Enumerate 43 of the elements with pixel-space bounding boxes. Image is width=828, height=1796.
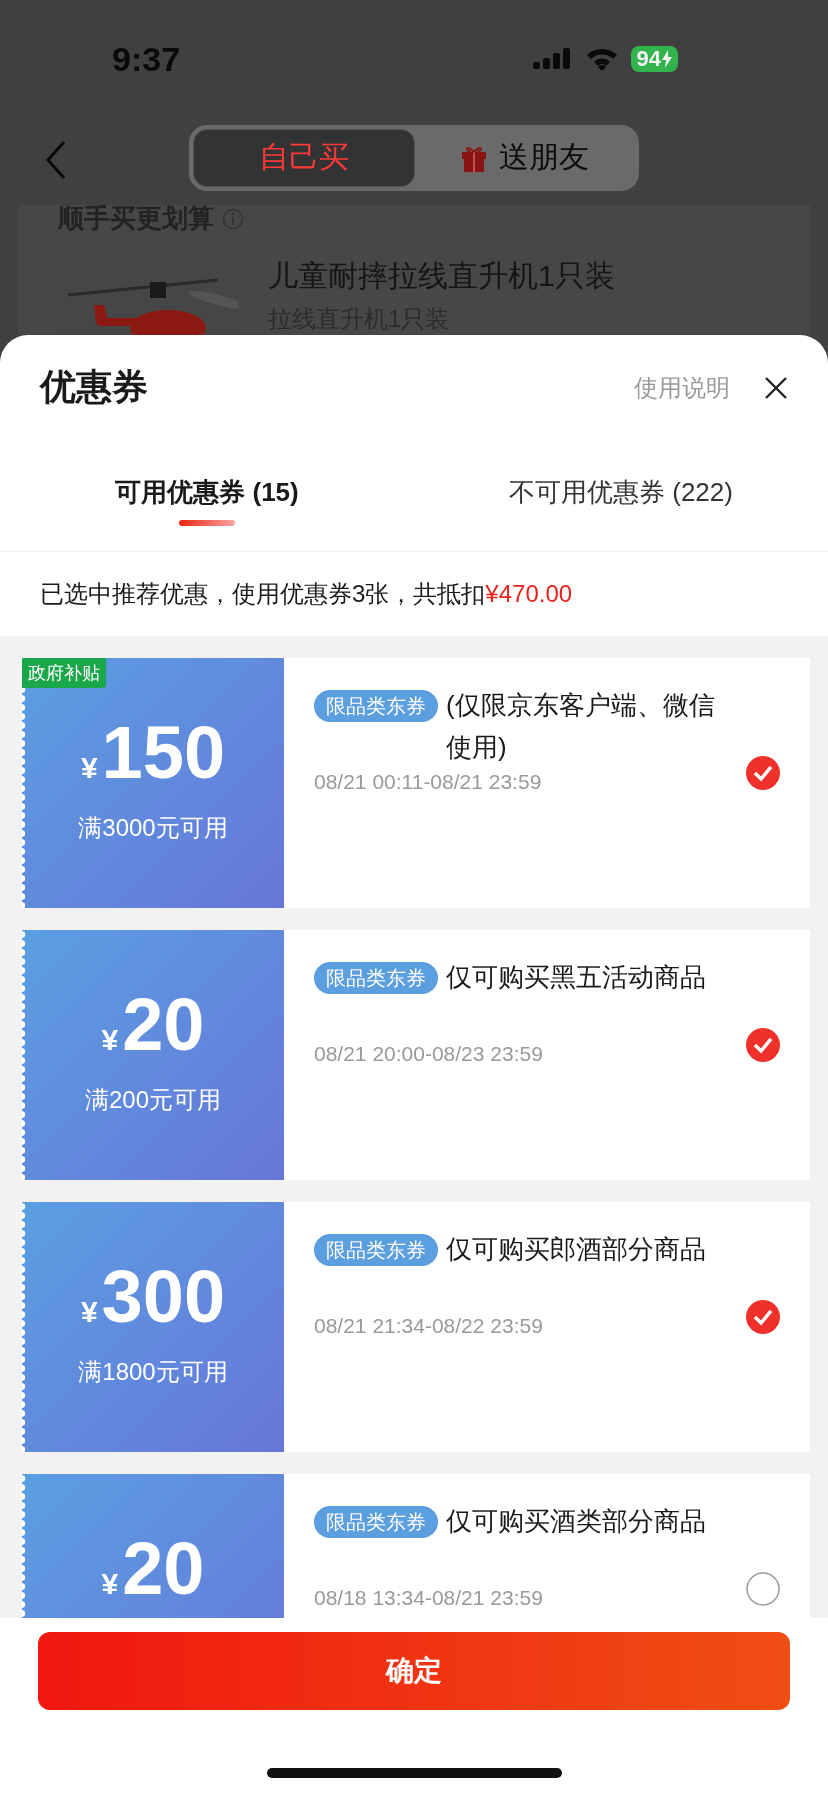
sheet-title: 优惠券 [40,365,149,409]
currency-symbol: ¥ [101,1567,119,1601]
coupon-title: 仅可购买黑五活动商品 [446,961,706,994]
coupon-card[interactable]: ¥20 满200元可用 限品类东券 仅可购买黑五活动商品 08/21 20:00-08/23 23:59 [22,930,810,1180]
currency-symbol: ¥ [80,1295,98,1329]
checked-icon[interactable] [746,1300,780,1334]
coupon-condition: 满200元可用 [84,1085,221,1115]
coupon-tab[interactable]: 可用优惠券 (15) [0,440,414,551]
coupon-title: (仅限京东客户端、微信使用) [446,689,716,764]
category-tag: 限品类东券 [314,962,438,994]
validity-period: 08/21 21:34-08/22 23:59 [314,1314,544,1338]
category-tag: 限品类东券 [314,1234,438,1266]
coupon-condition: 满1800元可用 [78,1357,228,1387]
coupon-tab[interactable]: 不可用优惠券 (222) [414,440,828,551]
summary-text: 已选中推荐优惠，使用优惠券3张，共抵扣¥470.00 [40,579,573,609]
coupon-title: 仅可购买酒类部分商品 [446,1505,706,1538]
coupon-card[interactable]: 政府补贴 ¥150 满3000元可用 限品类东券 (仅限京东客户端、微信使用) 08/21 00:11-08/21 23:59 [22,658,810,908]
currency-symbol: ¥ [80,751,98,785]
unchecked-icon[interactable] [746,1572,780,1606]
category-tag: 限品类东券 [314,1506,438,1538]
confirm-button[interactable]: 确定 [38,1632,790,1710]
coupon-card[interactable]: ¥20 限品类东券 仅可购买酒类部分商品 08/18 13:34-08/21 23:59 [22,1474,810,1618]
coupon-amount: 150 [101,716,226,790]
coupon-card[interactable]: ¥300 满1800元可用 限品类东券 仅可购买郎酒部分商品 08/21 21:34-08/22 23:59 [22,1202,810,1452]
checked-icon[interactable] [746,756,780,790]
close-icon[interactable] [764,375,788,400]
coupon-title: 仅可购买郎酒部分商品 [446,1233,706,1266]
validity-period: 08/21 00:11-08/21 23:59 [314,770,543,794]
validity-period: 08/18 13:34-08/21 23:59 [314,1586,544,1610]
coupon-amount: 300 [101,1260,226,1334]
segment-tab[interactable]: 自己买 [193,128,415,187]
coupon-condition: 满3000元可用 [78,813,228,843]
subsidy-badge: 政府补贴 [22,658,106,688]
coupon-amount: 20 [122,988,205,1062]
segment-tab[interactable]: 送朋友 [415,128,635,187]
checked-icon[interactable] [746,1028,780,1062]
coupon-amount: 20 [122,1532,205,1606]
currency-symbol: ¥ [101,1023,119,1057]
signal-icon [532,47,573,71]
battery-level: 94 [636,48,661,70]
bolt-icon [662,50,672,68]
validity-period: 08/21 20:00-08/23 23:59 [314,1042,544,1066]
category-tag: 限品类东券 [314,690,438,722]
